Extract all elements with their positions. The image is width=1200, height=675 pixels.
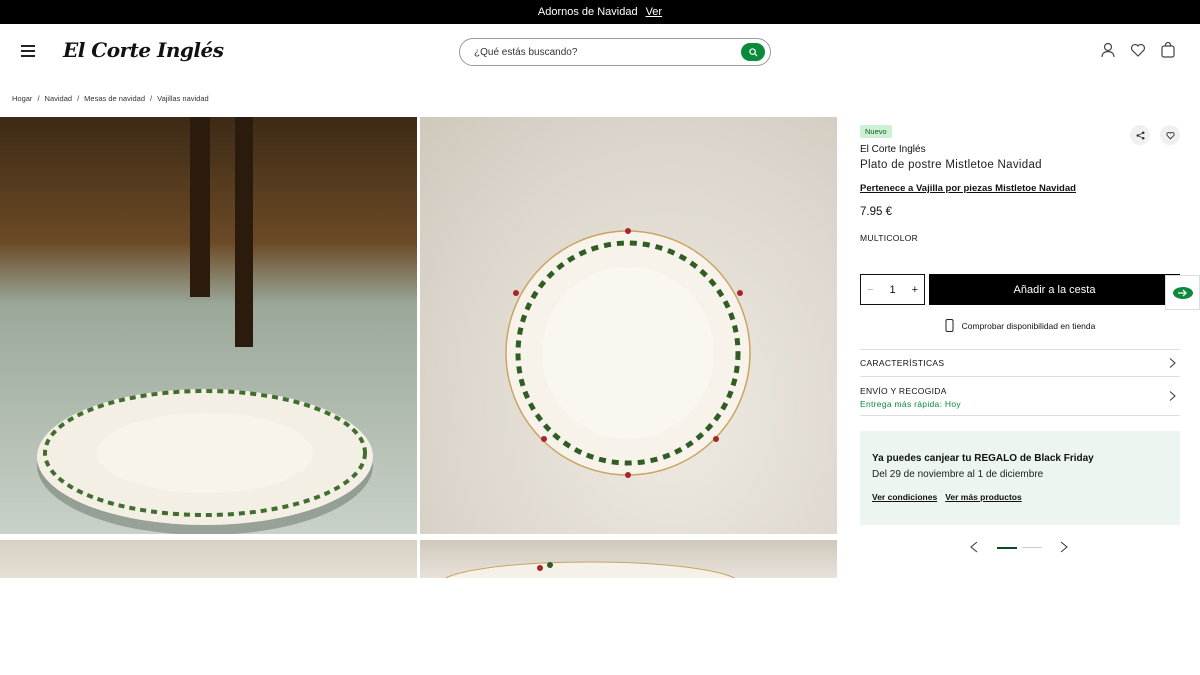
increase-button[interactable]: + xyxy=(912,284,918,296)
product-image-table[interactable] xyxy=(0,117,417,534)
promo-carousel xyxy=(860,541,1180,553)
accordion-features[interactable]: CARACTERÍSTICAS xyxy=(860,349,1180,376)
promo-products-link[interactable]: Ver más productos xyxy=(945,492,1022,502)
heart-icon xyxy=(1165,131,1175,140)
product-image-3[interactable] xyxy=(0,540,417,578)
share-icon xyxy=(1136,131,1144,139)
user-icon[interactable] xyxy=(1100,42,1116,58)
promo-headline: Ya puedes canjear tu REGALO de Black Fri… xyxy=(872,453,1094,464)
breadcrumb-separator: / xyxy=(77,94,80,103)
breadcrumb-item-navidad[interactable]: Navidad xyxy=(45,94,73,103)
product-image-4[interactable] xyxy=(420,540,837,578)
phone-icon xyxy=(945,319,954,332)
announcement-link[interactable]: Ver xyxy=(646,6,663,18)
collection-link[interactable]: Pertenece a Vajilla por piezas Mistletoe… xyxy=(860,183,1180,194)
breadcrumb-item-vajillas[interactable]: Vajillas navidad xyxy=(157,94,209,103)
announcement-bar: Adornos de Navidad Ver xyxy=(0,0,1200,24)
product-image-front[interactable] xyxy=(420,117,837,534)
chevron-left-icon[interactable] xyxy=(970,541,978,553)
favorite-button[interactable] xyxy=(1160,125,1180,145)
breadcrumb-separator: / xyxy=(37,94,40,103)
search-placeholder: ¿Qué estás buscando? xyxy=(474,46,578,58)
search-input[interactable]: ¿Qué estás buscando? xyxy=(459,38,771,66)
carousel-indicator[interactable] xyxy=(1022,547,1042,548)
site-logo[interactable]: El Corte Inglés xyxy=(63,38,224,62)
breadcrumb-separator: / xyxy=(150,94,153,103)
chevron-right-icon[interactable] xyxy=(1060,541,1068,553)
promo-conditions-link[interactable]: Ver condiciones xyxy=(872,492,937,502)
shipping-label: ENVÍO Y RECOGIDA xyxy=(860,386,947,396)
breadcrumb-item-hogar[interactable]: Hogar xyxy=(12,94,32,103)
search-icon xyxy=(748,47,758,57)
share-button[interactable] xyxy=(1130,125,1150,145)
chevron-right-icon xyxy=(1169,358,1176,368)
breadcrumb-item-mesas[interactable]: Mesas de navidad xyxy=(84,94,145,103)
product-price: 7.95 € xyxy=(860,206,892,218)
product-title: Plato de postre Mistletoe Navidad xyxy=(860,159,1042,171)
product-panel: Nuevo El Corte Inglés Plato de postre Mi… xyxy=(860,117,1180,553)
heart-icon[interactable] xyxy=(1130,42,1146,58)
promo-dates: Del 29 de noviembre al 1 de diciembre xyxy=(872,469,1044,480)
availability-label: Comprobar disponibilidad en tienda xyxy=(961,320,1096,331)
store-availability[interactable]: Comprobar disponibilidad en tienda xyxy=(860,319,1180,332)
new-badge: Nuevo xyxy=(860,125,892,138)
announcement-text: Adornos de Navidad xyxy=(537,6,638,18)
quantity-value: 1 xyxy=(889,283,896,296)
carousel-indicator-active[interactable] xyxy=(997,547,1017,549)
chat-icon xyxy=(1172,286,1193,299)
shipping-sub: Entrega más rápida: Hoy xyxy=(860,399,961,409)
menu-icon[interactable] xyxy=(21,45,35,57)
add-to-cart-button[interactable]: Añadir a la cesta xyxy=(929,274,1180,305)
quantity-stepper[interactable]: − 1 + xyxy=(860,274,925,305)
features-label: CARACTERÍSTICAS xyxy=(860,358,945,368)
product-gallery xyxy=(0,117,837,578)
product-brand[interactable]: El Corte Inglés xyxy=(860,144,1180,155)
breadcrumb: Hogar / Navidad / Mesas de navidad / Vaj… xyxy=(12,94,209,103)
site-header: El Corte Inglés ¿Qué estás buscando? xyxy=(0,24,1200,80)
accordion-shipping[interactable]: ENVÍO Y RECOGIDA Entrega más rápida: Hoy xyxy=(860,376,1180,416)
buy-row: − 1 + Añadir a la cesta xyxy=(860,274,1180,305)
product-color: MULTICOLOR xyxy=(860,233,919,243)
search-button[interactable] xyxy=(741,43,765,61)
bag-icon[interactable] xyxy=(1160,41,1176,58)
chevron-right-icon xyxy=(1169,391,1176,401)
promo-banner: Ya puedes canjear tu REGALO de Black Fri… xyxy=(860,431,1180,525)
chat-widget[interactable] xyxy=(1165,275,1200,310)
decrease-button[interactable]: − xyxy=(867,284,873,296)
